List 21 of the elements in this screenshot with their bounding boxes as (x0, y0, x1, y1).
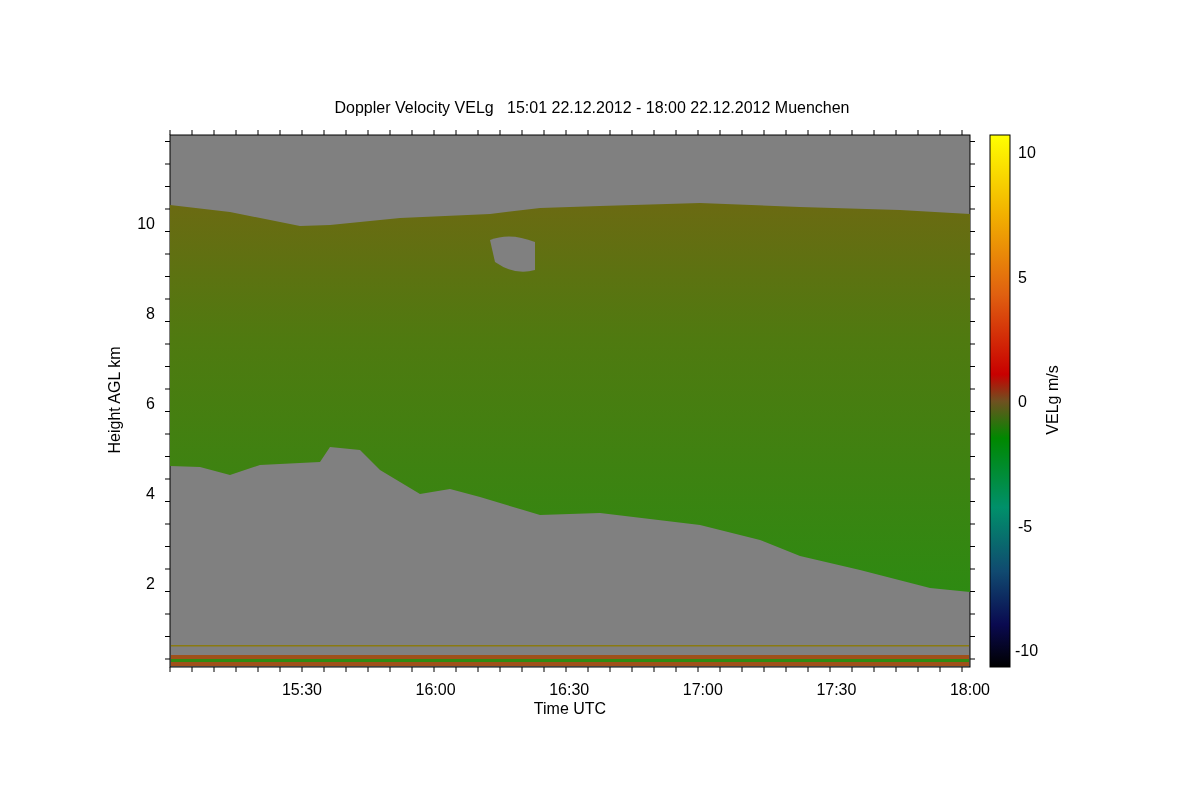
y-tick-label: 8 (146, 305, 155, 322)
x-tick-label: 18:00 (950, 681, 990, 698)
x-tick-label: 16:00 (415, 681, 456, 698)
y-tick-label: 2 (146, 575, 155, 592)
x-tick-label: 15:30 (282, 681, 322, 698)
chart-title: Doppler Velocity VELg 15:01 22.12.2012 - 18:00 22.12.2012 Muenchen (334, 99, 850, 116)
y-axis-label: Height AGL km (106, 346, 123, 454)
x-tick-label: 17:30 (816, 681, 857, 698)
colorbar-tick-label: 5 (1018, 268, 1027, 286)
y-tick-label: 6 (146, 395, 155, 412)
x-axis-label: Time UTC (533, 700, 607, 717)
colorbar-tick-label: -5 (1018, 517, 1033, 535)
colorbar-tick-label: -10 (1015, 642, 1039, 659)
colorbar-label: VELg m/s (1044, 365, 1061, 435)
y-tick-label: 4 (146, 485, 155, 502)
x-tick-label: 16:30 (549, 681, 590, 698)
x-tick-label: 17:00 (682, 681, 723, 698)
colorbar-tick-label: 10 (1018, 144, 1036, 161)
y-tick-label: 10 (137, 215, 155, 232)
colorbar-tick-label: 0 (1018, 393, 1027, 410)
echo-gap (490, 236, 535, 272)
